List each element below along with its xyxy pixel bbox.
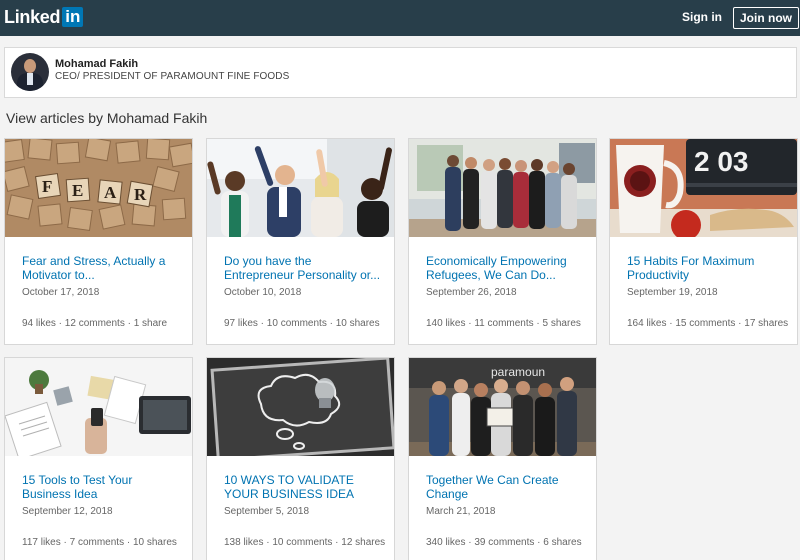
- author-profile-card[interactable]: Mohamad Fakih CEO/ PRESIDENT OF PARAMOUN…: [4, 47, 797, 98]
- join-now-button[interactable]: Join now: [733, 7, 799, 29]
- fear-tile-r: R: [134, 185, 147, 204]
- article-thumbnail-award-group[interactable]: paramoun: [409, 358, 596, 456]
- article-card[interactable]: paramoun Together We Can Create Change M…: [408, 357, 597, 560]
- article-card[interactable]: 15 Tools to Test Your Business Idea Sept…: [4, 357, 193, 560]
- fear-tile-e: E: [72, 181, 83, 200]
- article-stats: 164 likes · 15 comments · 17 shares: [627, 318, 789, 329]
- article-title[interactable]: Do you have the Entrepreneur Personality…: [224, 254, 384, 282]
- article-thumbnail-fear[interactable]: F E A R: [5, 139, 192, 237]
- article-title[interactable]: Together We Can Create Change: [426, 473, 586, 501]
- article-thumbnail-group-photo[interactable]: [409, 139, 596, 237]
- article-date: September 12, 2018: [22, 506, 113, 517]
- clock-digits: 2 03: [694, 146, 749, 177]
- article-date: March 21, 2018: [426, 506, 496, 517]
- article-thumbnail-team-celebration[interactable]: [207, 139, 394, 237]
- avatar-shirt: [27, 73, 33, 85]
- store-sign: paramoun: [491, 365, 545, 379]
- section-title: View articles by Mohamad Fakih: [6, 110, 208, 126]
- author-name[interactable]: Mohamad Fakih: [55, 58, 138, 70]
- article-card[interactable]: 10 WAYS TO VALIDATE YOUR BUSINESS IDEA S…: [206, 357, 395, 560]
- fear-tile-a: A: [104, 183, 117, 202]
- article-card[interactable]: Do you have the Entrepreneur Personality…: [206, 138, 395, 345]
- article-stats: 94 likes · 12 comments · 1 share: [22, 318, 168, 329]
- article-date: October 17, 2018: [22, 287, 100, 298]
- article-card[interactable]: 2 03 15 Habits For Maximum Productivity …: [609, 138, 798, 345]
- article-thumbnail-desk-tools[interactable]: [5, 358, 192, 456]
- sign-in-link[interactable]: Sign in: [682, 10, 722, 24]
- article-stats: 138 likes · 10 comments · 12 shares: [224, 537, 386, 548]
- article-date: September 19, 2018: [627, 287, 718, 298]
- linkedin-logo[interactable]: Linked in: [4, 5, 84, 29]
- article-card[interactable]: Economically Empowering Refugees, We Can…: [408, 138, 597, 345]
- avatar-face: [24, 59, 36, 73]
- article-title[interactable]: 15 Tools to Test Your Business Idea: [22, 473, 182, 501]
- article-date: September 5, 2018: [224, 506, 310, 517]
- article-date: September 26, 2018: [426, 287, 517, 298]
- avatar[interactable]: [11, 53, 49, 91]
- article-stats: 97 likes · 10 comments · 10 shares: [224, 318, 380, 329]
- article-title[interactable]: Economically Empowering Refugees, We Can…: [426, 254, 586, 282]
- article-date: October 10, 2018: [224, 287, 302, 298]
- top-navbar: Linked in Sign in Join now: [0, 0, 800, 36]
- article-stats: 117 likes · 7 comments · 10 shares: [22, 537, 177, 548]
- article-card[interactable]: F E A R Fear and Stress, Actually a Moti…: [4, 138, 193, 345]
- article-thumbnail-chalkboard-bulb[interactable]: [207, 358, 394, 456]
- logo-wordmark: Linked: [4, 6, 61, 27]
- article-title[interactable]: 15 Habits For Maximum Productivity: [627, 254, 787, 282]
- fear-tile-f: F: [42, 177, 52, 196]
- article-title[interactable]: 10 WAYS TO VALIDATE YOUR BUSINESS IDEA: [224, 473, 384, 501]
- author-title: CEO/ PRESIDENT OF PARAMOUNT FINE FOODS: [55, 71, 290, 82]
- article-stats: 340 likes · 39 comments · 6 shares: [426, 537, 582, 548]
- logo-in-badge: in: [62, 7, 84, 27]
- article-title[interactable]: Fear and Stress, Actually a Motivator to…: [22, 254, 182, 282]
- article-stats: 140 likes · 11 comments · 5 shares: [426, 318, 581, 329]
- article-thumbnail-coffee-clock[interactable]: 2 03: [610, 139, 797, 237]
